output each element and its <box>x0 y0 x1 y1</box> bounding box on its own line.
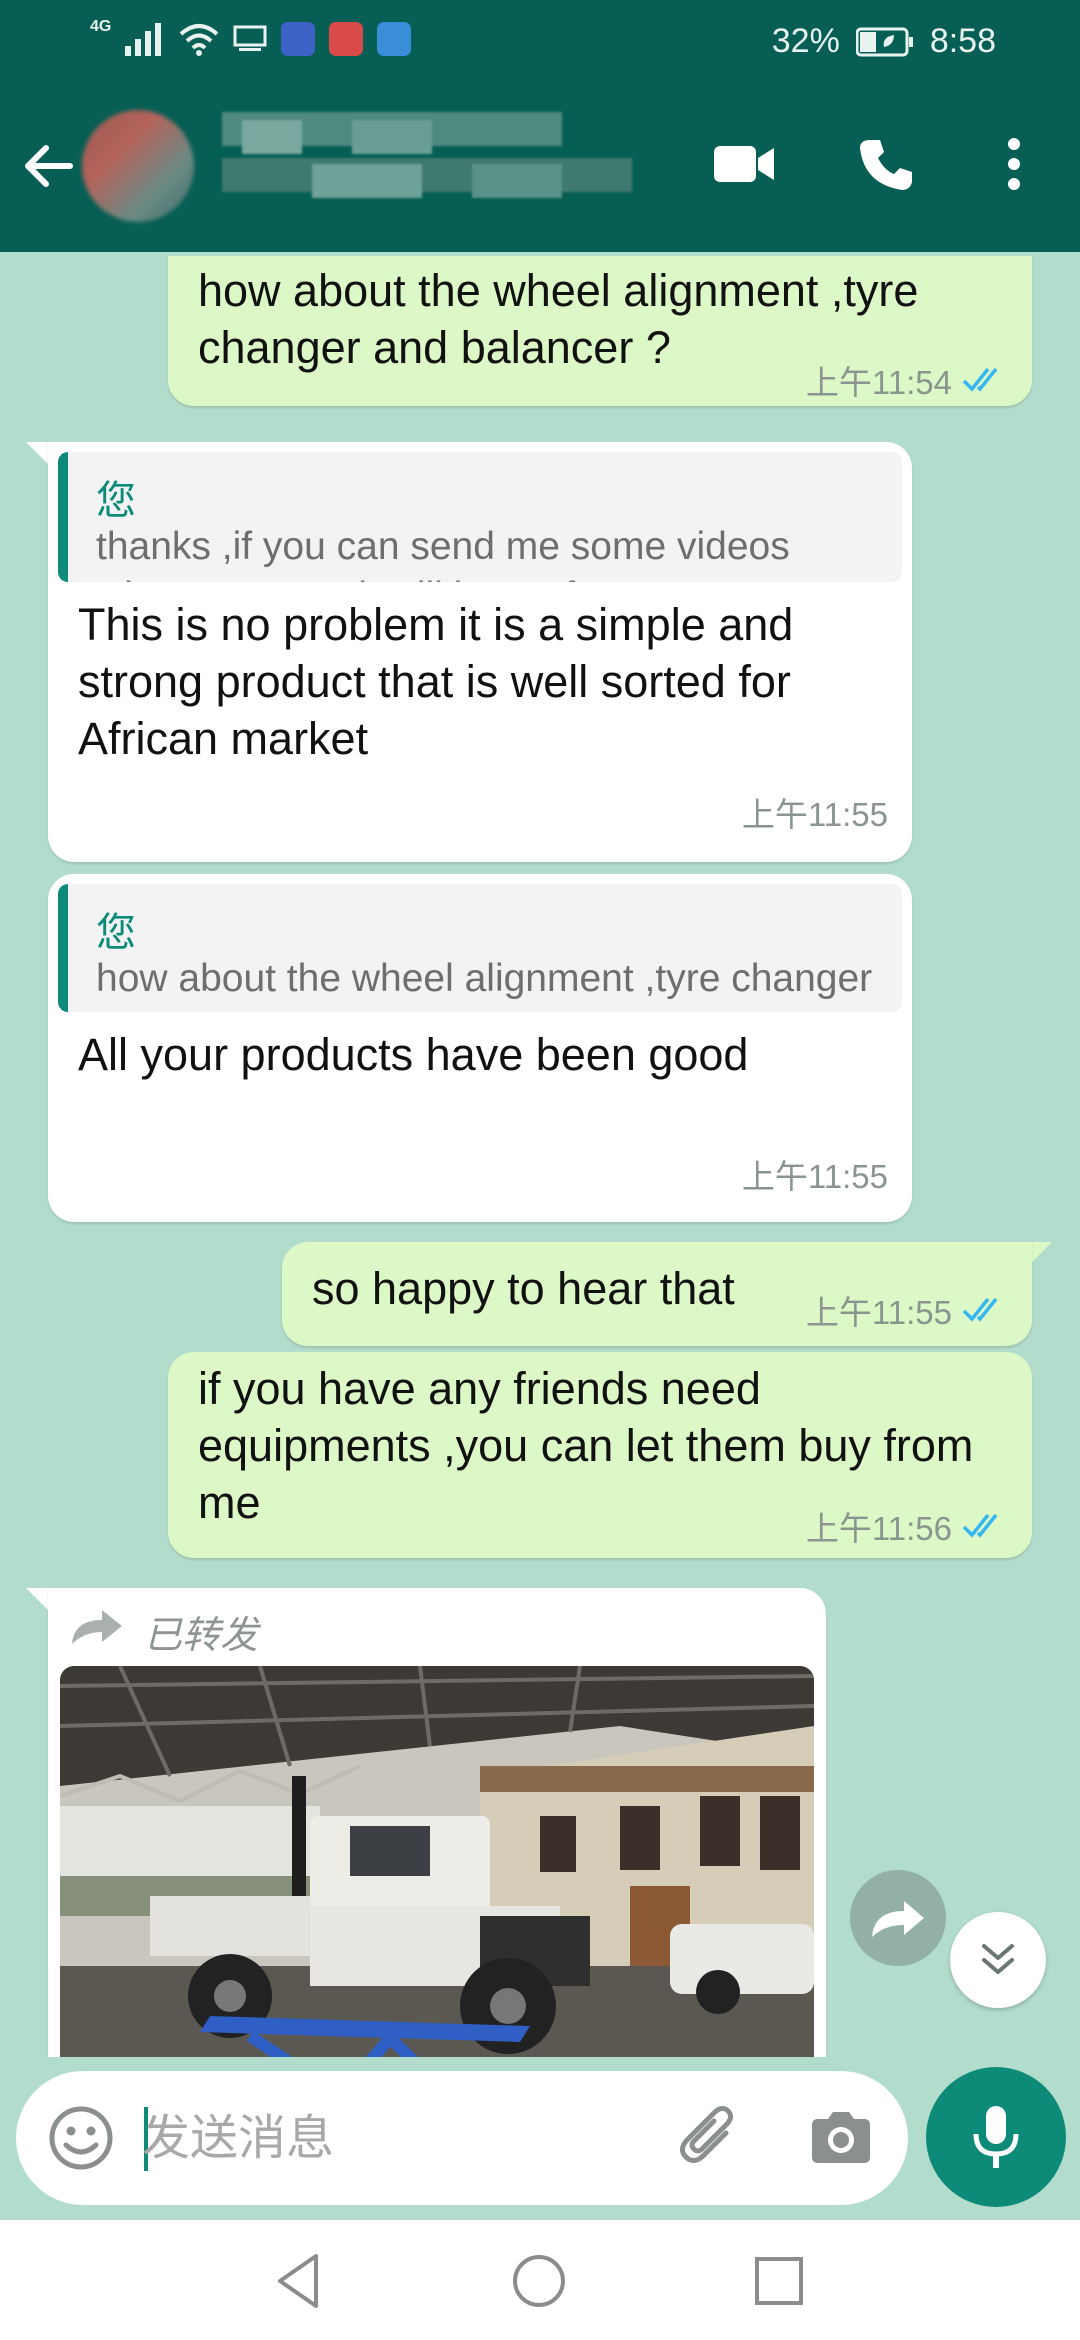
message-incoming-photo[interactable]: 已转发 <box>48 1588 826 2057</box>
paperclip-icon[interactable] <box>676 2103 746 2173</box>
signal-icon <box>125 23 162 56</box>
battery-percent: 32% <box>771 22 840 60</box>
compose-box[interactable] <box>16 2071 908 2205</box>
voice-call-button[interactable] <box>846 124 926 204</box>
message-outgoing[interactable]: how about the wheel alignment ,tyre chan… <box>168 256 1032 406</box>
message-text: This is no problem it is a simple and st… <box>78 599 794 764</box>
quote-text: thanks ,if you can send me some videos w… <box>96 525 790 582</box>
quoted-message[interactable]: 您 thanks ,if you can send me some videos… <box>58 452 902 582</box>
status-left: 4G <box>90 18 412 56</box>
huawei-app-icon <box>329 22 364 56</box>
app-notification-icon <box>281 22 316 56</box>
message-time: 上午11:56 <box>805 1510 952 1547</box>
message-meta: 上午11:55 <box>806 1286 1008 1334</box>
scroll-to-bottom-button[interactable] <box>950 1912 1046 2008</box>
message-incoming[interactable]: 您 how about the wheel alignment ,tyre ch… <box>48 874 912 1222</box>
quote-author: 您 <box>96 479 136 523</box>
clock: 8:58 <box>929 22 996 60</box>
read-ticks-icon <box>962 367 998 392</box>
message-time: 上午11:55 <box>805 1294 952 1331</box>
wifi-icon <box>180 24 219 56</box>
message-incoming[interactable]: 您 thanks ,if you can send me some videos… <box>48 442 912 862</box>
nav-recents-icon[interactable] <box>744 2246 814 2316</box>
message-text: so happy to hear that <box>312 1263 735 1314</box>
read-ticks-icon <box>962 1297 998 1322</box>
quote-text: how about the wheel alignment ,tyre chan… <box>96 957 873 1012</box>
forward-arrow-icon <box>72 1610 122 1644</box>
camera-icon[interactable] <box>806 2103 876 2173</box>
video-call-button[interactable] <box>704 124 784 204</box>
bubble-tail <box>1030 1242 1052 1264</box>
quote-accent-bar <box>58 452 68 582</box>
quote-accent-bar <box>58 884 68 1012</box>
voice-message-button[interactable] <box>926 2067 1066 2207</box>
quoted-message[interactable]: 您 how about the wheel alignment ,tyre ch… <box>58 884 902 1012</box>
more-vertical-icon <box>1008 138 1020 190</box>
message-text: All your products have been good <box>78 1029 749 1080</box>
message-time: 上午11:55 <box>741 796 888 833</box>
double-chevron-down-icon <box>982 1944 1014 1974</box>
arrow-left-icon[interactable] <box>18 136 78 196</box>
video-camera-icon <box>714 146 774 182</box>
battery-icon <box>855 27 913 56</box>
microphone-icon <box>973 2106 1019 2168</box>
compose-bar <box>0 2057 1080 2220</box>
message-input[interactable] <box>142 2101 642 2175</box>
browser-app-icon <box>377 22 412 56</box>
nav-home-icon[interactable] <box>504 2246 574 2316</box>
message-meta: 上午11:54 <box>806 356 1008 404</box>
chat-header <box>0 84 1080 252</box>
bubble-tail <box>26 1588 48 1610</box>
phone-icon <box>860 140 912 190</box>
bubble-tail <box>26 442 48 464</box>
quote-author: 您 <box>96 911 136 955</box>
forward-button[interactable] <box>850 1870 946 1966</box>
nav-back-icon[interactable] <box>264 2246 334 2316</box>
message-outgoing[interactable]: so happy to hear that 上午11:55 <box>282 1242 1032 1346</box>
status-right: 32% 8:58 <box>772 22 996 61</box>
message-outgoing[interactable]: if you have any friends need equipments … <box>168 1352 1032 1558</box>
truck-photo <box>60 1666 814 2057</box>
emoji-icon[interactable] <box>46 2103 116 2173</box>
forwarded-photo[interactable] <box>60 1666 814 2057</box>
message-list[interactable]: how about the wheel alignment ,tyre chan… <box>0 252 1080 2057</box>
forward-arrow-icon <box>872 1901 924 1937</box>
read-ticks-icon <box>962 1513 998 1538</box>
system-navigation-bar <box>0 2220 1080 2340</box>
status-bar: 4G 32% 8:58 <box>0 0 1080 84</box>
more-options-button[interactable] <box>974 124 1054 204</box>
contact-avatar[interactable] <box>82 110 194 222</box>
forwarded-label: 已转发 <box>144 1615 259 1657</box>
network-type: 4G <box>90 18 112 35</box>
message-time: 上午11:54 <box>805 364 952 401</box>
message-meta: 上午11:56 <box>806 1502 1008 1550</box>
screen-cast-icon <box>233 25 267 51</box>
contact-name-redacted[interactable] <box>222 112 642 224</box>
message-time: 上午11:55 <box>741 1158 888 1195</box>
